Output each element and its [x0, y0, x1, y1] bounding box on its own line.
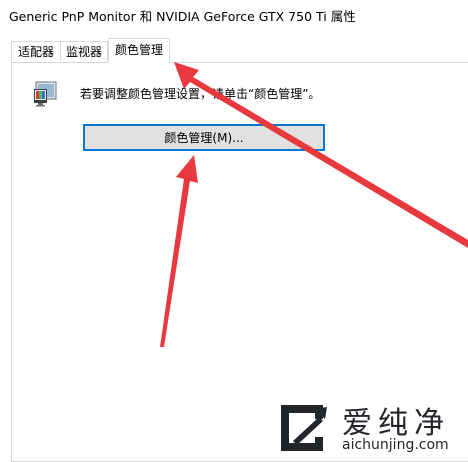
title-bar: Generic PnP Monitor 和 NVIDIA GeForce GTX…	[0, 0, 468, 30]
tab-monitor[interactable]: 监视器	[60, 41, 108, 61]
window-title: Generic PnP Monitor 和 NVIDIA GeForce GTX…	[9, 9, 356, 24]
watermark-url: aichunjing.com	[342, 437, 449, 453]
tab-strip: 适配器 监视器 颜色管理	[0, 30, 468, 63]
color-management-button[interactable]: 颜色管理(M)...	[83, 124, 325, 151]
tab-adapter[interactable]: 适配器	[11, 41, 61, 61]
watermark: 爱纯净 aichunjing.com	[272, 396, 468, 459]
watermark-logo-icon	[281, 405, 327, 451]
tab-color-management[interactable]: 颜色管理	[108, 38, 170, 63]
monitor-color-icon	[34, 81, 57, 107]
watermark-title: 爱纯净	[342, 406, 450, 441]
color-management-info-text: 若要调整颜色管理设置，请单击“颜色管理”。	[80, 87, 321, 101]
